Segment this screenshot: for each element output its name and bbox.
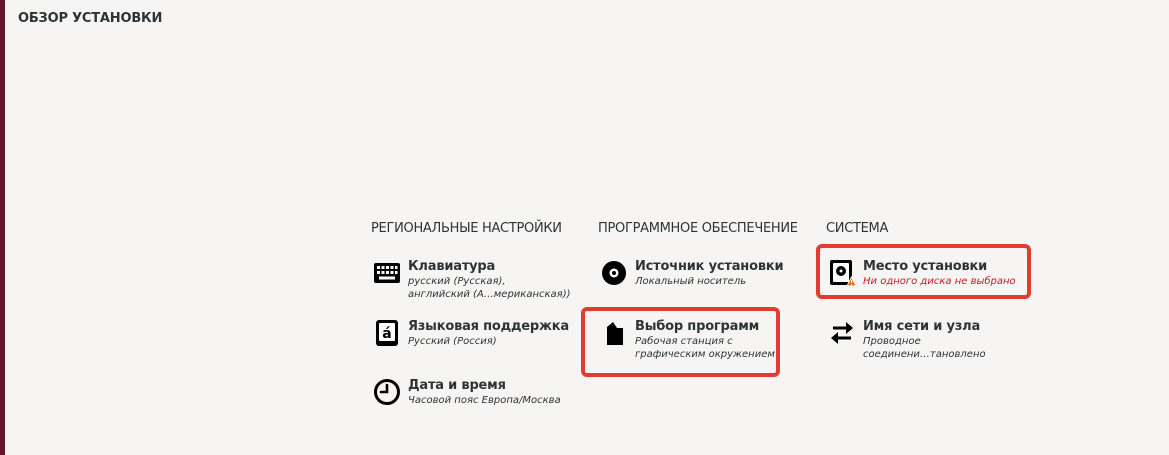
page-title: ОБЗОР УСТАНОВКИ [18,11,163,26]
language-icon: á [373,319,401,347]
spoke-language-support[interactable]: á Языковая поддержка Русский (Россия) [373,319,569,348]
disc-icon [600,259,628,287]
spoke-date-time-status: Часовой пояс Европа/Москва [408,395,561,406]
svg-text:á: á [382,326,391,342]
harddisk-warning-icon [828,259,856,287]
spoke-network-status-line2: соединени…тановлено [863,349,986,360]
spoke-language-status: Русский (Россия) [408,336,497,347]
spoke-installation-destination[interactable]: Место установки Ни одного диска не выбра… [828,259,1016,288]
software-heading: ПРОГРАММНОЕ ОБЕСПЕЧЕНИЕ [598,221,798,236]
spoke-software-selection[interactable]: Выбор программ Рабочая станция с графиче… [600,319,775,361]
spoke-software-status-line1: Рабочая станция с [635,336,733,347]
spoke-language-title: Языковая поддержка [408,319,569,334]
spoke-source-title: Источник установки [635,259,784,274]
package-icon [600,319,628,347]
spoke-date-time[interactable]: Дата и время Часовой пояс Европа/Москва [373,378,561,407]
spoke-keyboard[interactable]: Клавиатура русский (Русская), английский… [373,259,571,301]
spoke-software-title: Выбор программ [635,319,760,334]
spoke-keyboard-status-line1: русский (Русская), [408,276,506,287]
system-heading: СИСТЕМА [826,221,889,236]
spoke-date-time-title: Дата и время [408,378,506,393]
spoke-keyboard-title: Клавиатура [408,259,496,274]
spoke-network-title: Имя сети и узла [863,319,981,334]
spoke-network-hostname[interactable]: Имя сети и узла Проводное соединени…тано… [828,319,986,361]
localization-heading: РЕГИОНАЛЬНЫЕ НАСТРОЙКИ [371,221,562,236]
spoke-destination-status: Ни одного диска не выбрано [863,276,1016,287]
keyboard-icon [373,259,401,287]
spoke-source-status: Локальный носитель [635,276,747,287]
network-arrows-icon [828,319,856,347]
clock-icon [373,378,401,406]
spoke-destination-title: Место установки [863,259,988,274]
spoke-network-status-line1: Проводное [863,336,921,347]
spoke-installation-source[interactable]: Источник установки Локальный носитель [600,259,784,288]
window-left-edge [0,0,5,455]
spoke-keyboard-status-line2: английский (А…мериканская)) [408,289,571,300]
spoke-software-status-line2: графическим окружением [635,349,775,360]
